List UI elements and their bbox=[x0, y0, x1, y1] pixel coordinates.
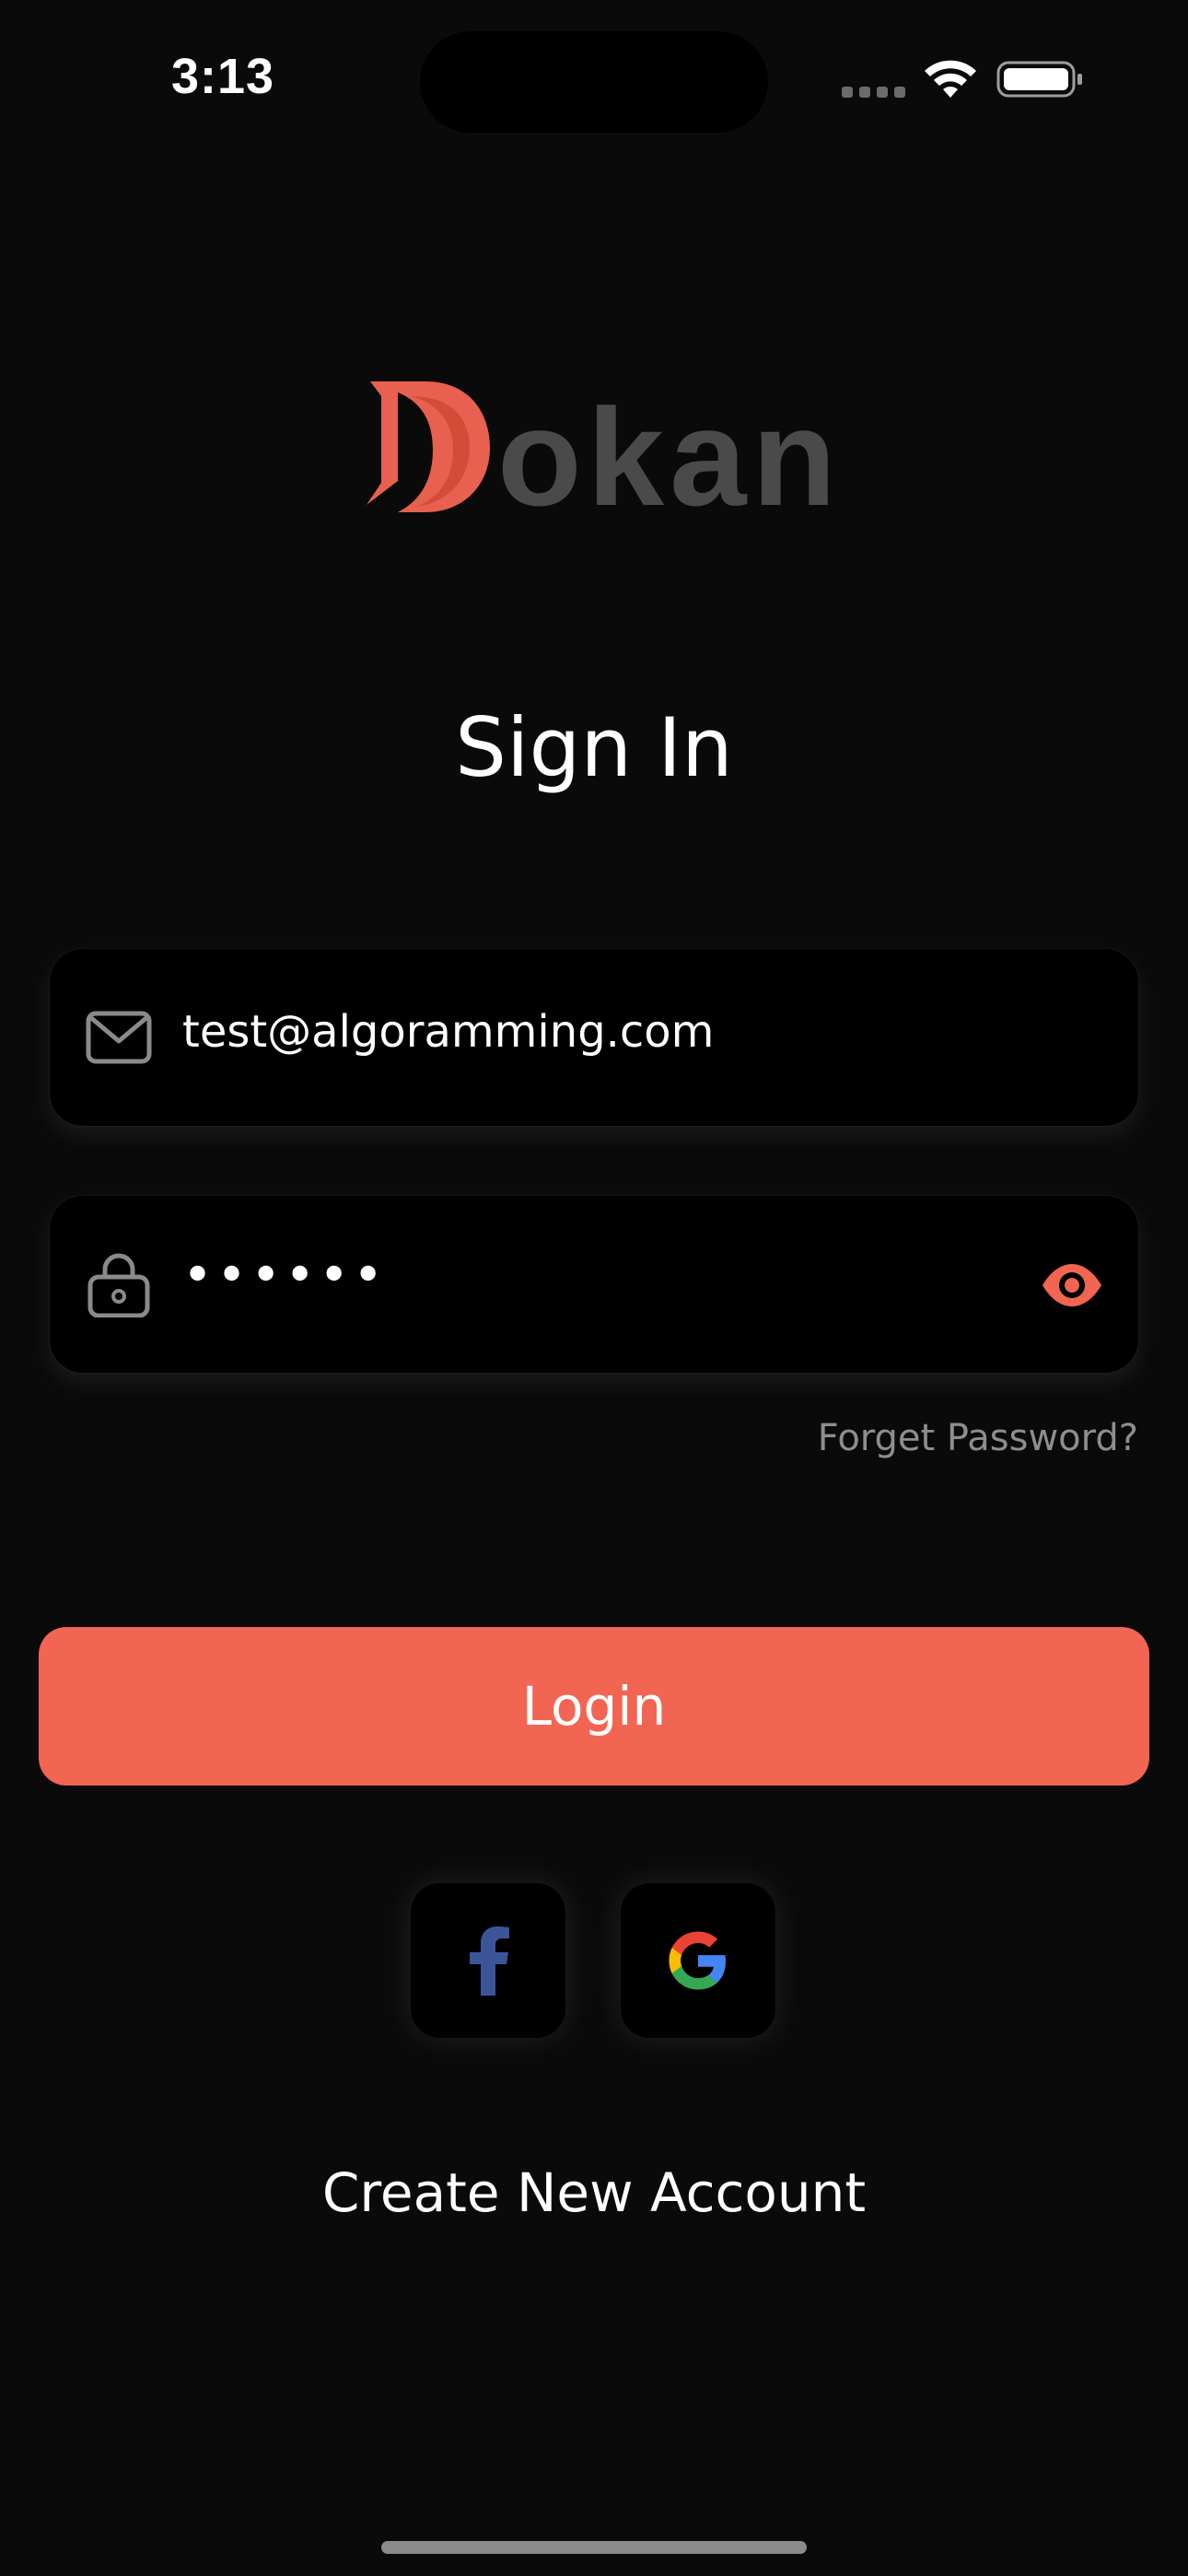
login-button[interactable]: Login bbox=[39, 1627, 1149, 1786]
battery-icon bbox=[996, 61, 1082, 98]
wifi-icon bbox=[925, 60, 976, 98]
password-value[interactable]: •••••• bbox=[182, 1246, 387, 1306]
email-field[interactable]: test@algoramming.com bbox=[50, 949, 1138, 1126]
forgot-password-link[interactable]: Forget Password? bbox=[818, 1417, 1138, 1459]
eye-icon[interactable] bbox=[1039, 1253, 1105, 1317]
status-time: 3:13 bbox=[171, 49, 275, 104]
dokan-logo: okan bbox=[367, 380, 831, 521]
facebook-icon bbox=[470, 1926, 509, 1996]
dynamic-island bbox=[420, 31, 768, 133]
status-bar: 3:13 bbox=[0, 0, 1188, 157]
lock-icon bbox=[87, 1253, 150, 1317]
password-field[interactable]: •••••• bbox=[50, 1196, 1138, 1373]
email-value[interactable]: test@algoramming.com bbox=[182, 1006, 714, 1058]
google-login-button[interactable] bbox=[621, 1883, 775, 2038]
cellular-signal-icon bbox=[842, 87, 906, 98]
mail-icon bbox=[86, 1011, 152, 1064]
create-account-link[interactable]: Create New Account bbox=[0, 2161, 1188, 2224]
page-title: Sign In bbox=[455, 700, 733, 795]
facebook-login-button[interactable] bbox=[411, 1883, 565, 2038]
home-indicator[interactable] bbox=[381, 2541, 807, 2554]
google-icon bbox=[669, 1931, 726, 1990]
svg-text:okan: okan bbox=[497, 380, 831, 521]
